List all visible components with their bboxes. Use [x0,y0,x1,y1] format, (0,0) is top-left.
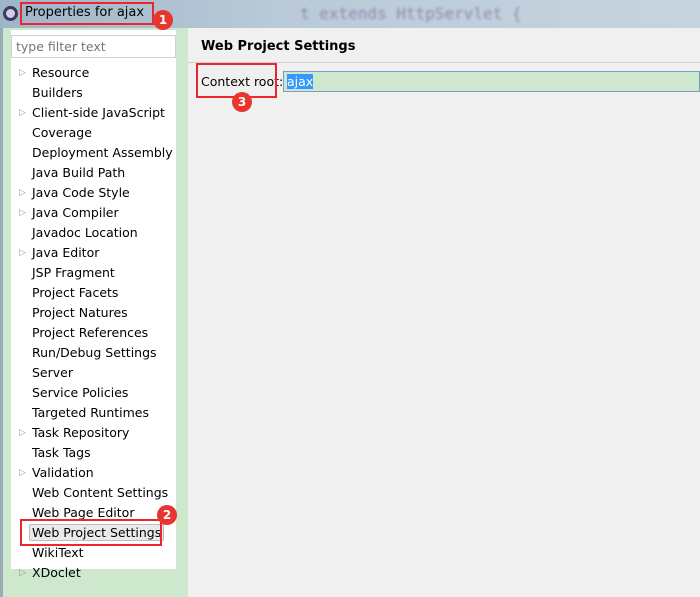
annotation-badge-2: 2 [157,505,177,525]
expand-arrow-icon[interactable]: ▷ [19,63,26,83]
tree-item[interactable]: ▷ Client-side JavaScript [19,103,165,123]
tree-item-label: Client-side JavaScript [32,105,165,120]
expand-arrow-icon[interactable]: ▷ [19,423,26,443]
tree-item-label: Builders [32,85,83,100]
tree-item-label: Web Page Editor [32,505,135,520]
page-title: Web Project Settings [201,39,356,54]
annotation-box-2 [20,519,162,546]
tree-item-label: Javadoc Location [32,225,138,240]
tree-item[interactable]: Run/Debug Settings [32,343,157,363]
eclipse-icon [3,6,18,21]
filter-input[interactable] [11,35,176,58]
tree-item[interactable]: Web Content Settings [32,483,168,503]
tree-item[interactable]: Builders [32,83,83,103]
context-root-value: ajax [287,74,314,89]
tree-item[interactable]: Project Facets [32,283,118,303]
tree-item-label: Task Repository [32,425,130,440]
tree-item[interactable]: ▷ Task Repository [19,423,130,443]
tree-item[interactable]: ▷ Resource [19,63,90,83]
tree-item-label: Deployment Assembly [32,145,173,160]
property-tree: ▷ Resource Builders ▷ Client-side JavaScript… [11,30,176,580]
tree-item[interactable]: Targeted Runtimes [32,403,149,423]
tree-item-label: Targeted Runtimes [32,405,149,420]
tree-item-label: Web Content Settings [32,485,169,500]
background-code: t extends HttpServlet { [300,4,522,23]
expand-arrow-icon[interactable]: ▷ [19,563,26,583]
tree-item[interactable]: ▷ XDoclet [19,563,81,583]
tree-item[interactable]: Java Build Path [32,163,125,183]
tree-item[interactable]: Task Tags [32,443,91,463]
tree-item-label: Resource [32,65,90,80]
tree-item-label: Task Tags [32,445,91,460]
annotation-badge-1: 1 [153,10,173,30]
tree-item-label: Java Compiler [32,205,119,220]
context-root-input[interactable]: ajax [283,71,700,92]
tree-item[interactable]: Javadoc Location [32,223,138,243]
expand-arrow-icon[interactable]: ▷ [19,203,26,223]
tree-item-label: Run/Debug Settings [32,345,157,360]
tree-item-label: Java Build Path [32,165,126,180]
annotation-badge-3: 3 [232,92,252,112]
tree-item[interactable]: Project References [32,323,148,343]
tree-item[interactable]: ▷ Java Editor [19,243,100,263]
tree-item-label: Server [32,365,73,380]
settings-pane [188,28,700,597]
tree-item-label: WikiText [32,545,84,560]
tree-item-label: Project References [32,325,149,340]
tree-item[interactable]: JSP Fragment [32,263,115,283]
annotation-box-1 [20,2,154,25]
tree-item[interactable]: ▷ Validation [19,463,94,483]
tree-item[interactable]: Server [32,363,73,383]
expand-arrow-icon[interactable]: ▷ [19,103,26,123]
tree-item[interactable]: ▷ Java Code Style [19,183,130,203]
expand-arrow-icon[interactable]: ▷ [19,243,26,263]
tree-item-label: Java Editor [32,245,100,260]
tree-item-label: Coverage [32,125,92,140]
tree-item[interactable]: Service Policies [32,383,128,403]
tree-item[interactable]: Coverage [32,123,92,143]
expand-arrow-icon[interactable]: ▷ [19,183,26,203]
tree-item-label: Project Facets [32,285,119,300]
tree-item[interactable]: WikiText [32,543,84,563]
tree-item[interactable]: ▷ Java Compiler [19,203,119,223]
tree-item-label: JSP Fragment [32,265,115,280]
tree-item-label: XDoclet [32,565,81,580]
tree-item[interactable]: Deployment Assembly [32,143,173,163]
tree-item-label: Java Code Style [32,185,130,200]
tree-item[interactable]: Project Natures [32,303,128,323]
expand-arrow-icon[interactable]: ▷ [19,463,26,483]
tree-item-label: Project Natures [32,305,128,320]
tree-item-label: Service Policies [32,385,129,400]
tree-item-label: Validation [32,465,94,480]
